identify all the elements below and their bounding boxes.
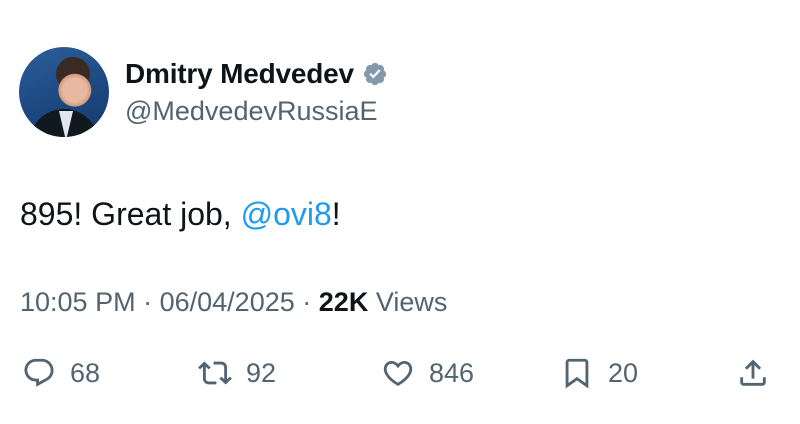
avatar[interactable]	[19, 47, 109, 137]
tweet-text-start: 895! Great job,	[20, 196, 241, 232]
like-icon	[383, 360, 413, 386]
views-label: Views	[375, 287, 448, 317]
action-bar: 68 92 846 20	[0, 352, 800, 398]
share-button[interactable]	[736, 356, 770, 390]
tweet-time[interactable]: 10:05 PM	[20, 287, 136, 317]
tweet-meta: 10:05 PM · 06/04/2025 · 22K Views	[20, 287, 447, 318]
repost-count: 92	[246, 357, 277, 388]
author-handle[interactable]: @MedvedevRussiaE	[125, 96, 378, 127]
repost-icon	[198, 361, 232, 385]
bookmark-count: 20	[608, 357, 639, 388]
bookmark-button[interactable]: 20	[560, 356, 638, 390]
meta-separator: ·	[302, 287, 312, 317]
reply-button[interactable]: 68	[22, 356, 100, 390]
views-count: 22K	[318, 287, 369, 317]
tweet-text: 895! Great job, @ovi8!	[20, 196, 341, 233]
tweet-text-end: !	[331, 196, 341, 232]
reply-icon	[24, 358, 54, 387]
tweet-date[interactable]: 06/04/2025	[160, 287, 295, 317]
bookmark-icon	[565, 358, 589, 389]
like-button[interactable]: 846	[381, 356, 474, 390]
mention-link[interactable]: @ovi8	[241, 196, 332, 232]
verified-badge-icon	[362, 61, 388, 87]
meta-separator: ·	[143, 287, 153, 317]
repost-button[interactable]: 92	[198, 356, 276, 390]
like-count: 846	[429, 357, 475, 388]
share-icon	[740, 359, 766, 386]
reply-count: 68	[70, 357, 101, 388]
author-name[interactable]: Dmitry Medvedev	[125, 58, 354, 90]
author-name-row: Dmitry Medvedev	[125, 58, 388, 90]
